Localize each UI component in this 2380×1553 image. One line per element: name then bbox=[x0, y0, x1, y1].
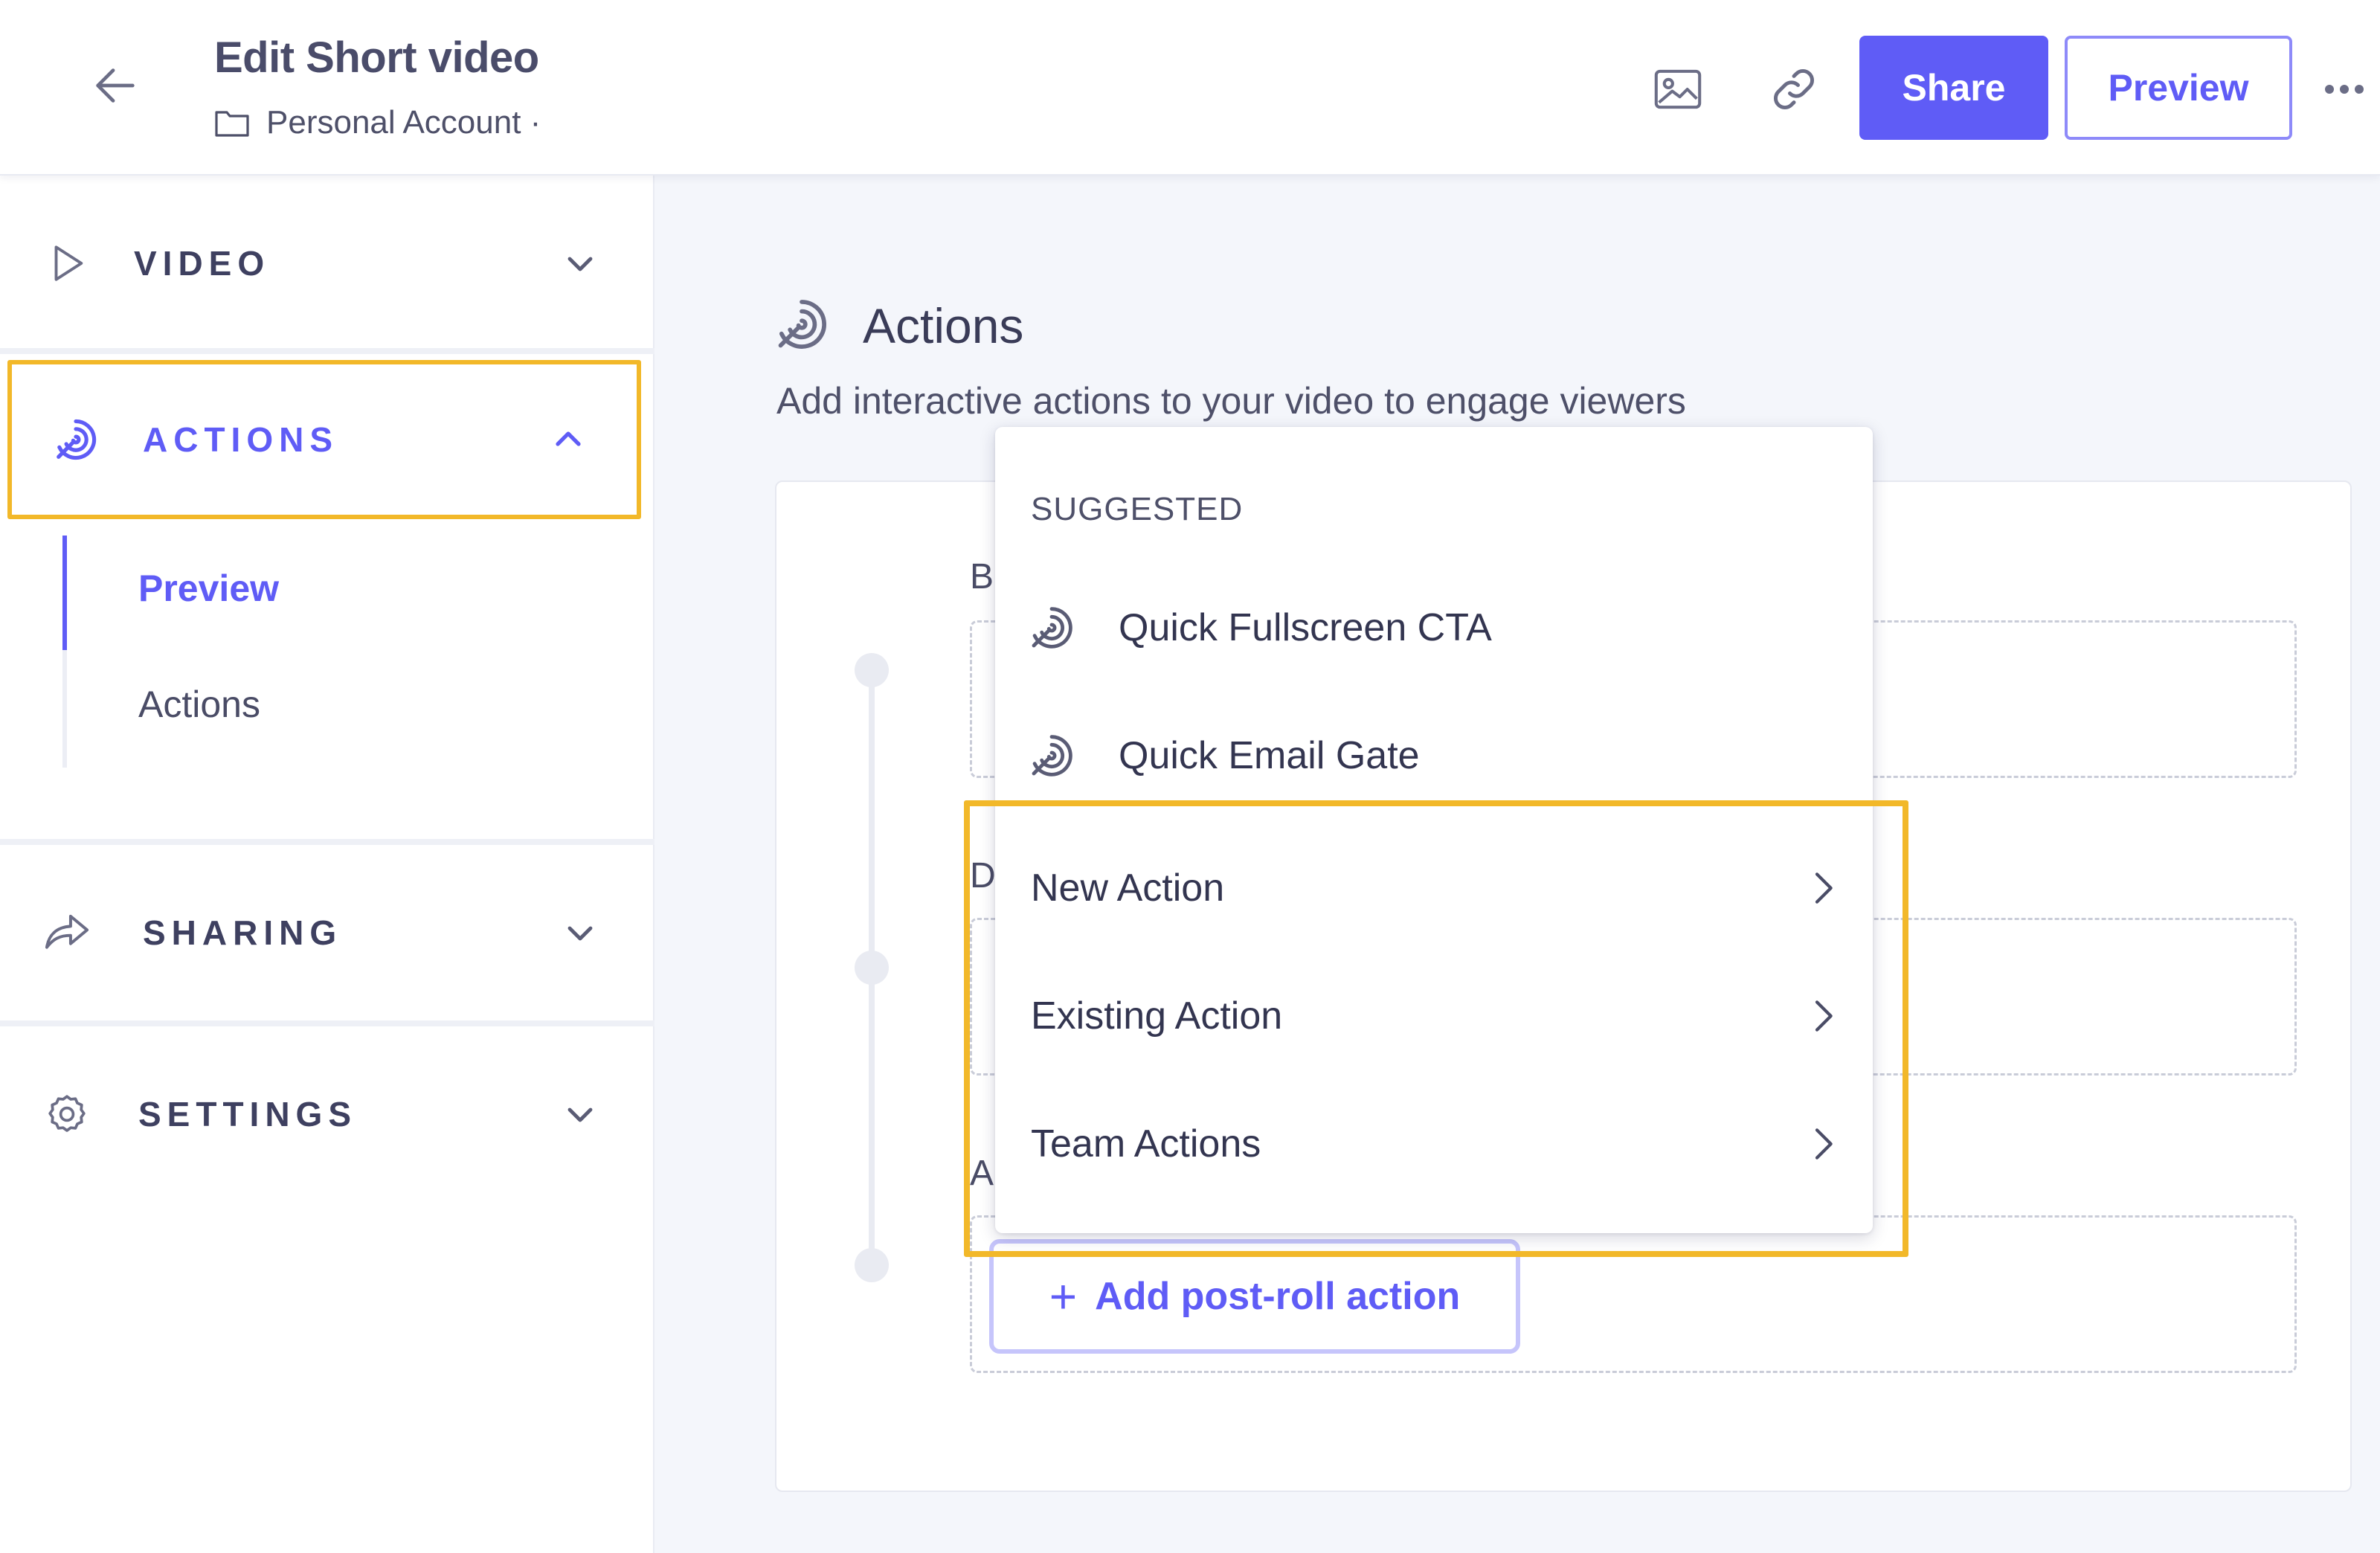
preview-button[interactable]: Preview bbox=[2065, 36, 2292, 140]
image-icon bbox=[1654, 69, 1702, 109]
timeline-dot bbox=[855, 951, 889, 985]
segment-label-after: A bbox=[970, 1154, 994, 1193]
chevron-right-icon bbox=[1815, 872, 1833, 904]
more-icon bbox=[2325, 85, 2334, 94]
back-button[interactable] bbox=[82, 52, 149, 119]
menu-item-label: New Action bbox=[1031, 866, 1225, 910]
subnav-active-indicator bbox=[62, 536, 67, 650]
menu-item-quick-email-gate[interactable]: Quick Email Gate bbox=[995, 704, 1873, 808]
menu-item-quick-fullscreen-cta[interactable]: Quick Fullscreen CTA bbox=[995, 576, 1873, 680]
chevron-down-icon bbox=[558, 1092, 602, 1136]
segment-label-beginning: B bbox=[970, 557, 994, 597]
menu-item-team-actions[interactable]: Team Actions bbox=[995, 1092, 1873, 1196]
breadcrumb-account[interactable]: Personal Account · bbox=[266, 104, 541, 141]
sidebar-divider bbox=[0, 348, 654, 354]
main-subtitle: Add interactive actions to your video to… bbox=[776, 380, 1686, 422]
add-post-roll-label: Add post-roll action bbox=[1095, 1275, 1461, 1318]
chevron-right-icon bbox=[1815, 1128, 1833, 1160]
copy-link-button[interactable] bbox=[1764, 60, 1824, 119]
folder-icon bbox=[215, 111, 249, 137]
actions-icon bbox=[778, 300, 826, 349]
sidebar-actions-label: ACTIONS bbox=[143, 420, 338, 459]
sidebar-section-settings[interactable]: SETTINGS bbox=[0, 1026, 654, 1202]
menu-item-label: Existing Action bbox=[1031, 994, 1283, 1038]
chevron-up-icon bbox=[546, 417, 591, 462]
actions-icon bbox=[1032, 735, 1072, 776]
chevron-right-icon bbox=[1815, 1000, 1833, 1032]
actions-icon bbox=[52, 416, 100, 463]
sidebar-settings-label: SETTINGS bbox=[138, 1095, 358, 1134]
menu-item-label: Quick Fullscreen CTA bbox=[1119, 606, 1492, 649]
sidebar-divider bbox=[0, 1020, 654, 1026]
chevron-down-icon bbox=[558, 241, 602, 286]
breadcrumb[interactable]: Personal Account · bbox=[214, 104, 541, 141]
timeline-dot bbox=[855, 1248, 889, 1282]
actions-icon bbox=[1032, 607, 1072, 649]
thumbnail-button[interactable] bbox=[1648, 60, 1708, 119]
add-post-roll-action-button[interactable]: + Add post-roll action bbox=[989, 1239, 1520, 1354]
share-button[interactable]: Share bbox=[1859, 36, 2048, 140]
menu-item-label: Team Actions bbox=[1031, 1122, 1261, 1165]
sidebar-video-label: VIDEO bbox=[134, 244, 271, 283]
gear-icon bbox=[43, 1090, 91, 1138]
timeline-dot bbox=[855, 653, 889, 687]
add-action-dropdown: SUGGESTED Quick Fullscreen CTA Quick Ema… bbox=[995, 427, 1873, 1233]
sidebar-section-video[interactable]: VIDEO bbox=[0, 176, 654, 351]
play-icon bbox=[43, 239, 91, 287]
link-icon bbox=[1774, 69, 1814, 109]
plus-icon: + bbox=[1049, 1270, 1078, 1323]
sidebar-section-actions[interactable]: ACTIONS bbox=[7, 360, 641, 519]
sidebar-section-sharing[interactable]: SHARING bbox=[0, 845, 654, 1020]
subnav-preview[interactable]: Preview bbox=[138, 567, 279, 610]
more-options-button[interactable] bbox=[2315, 67, 2374, 112]
more-icon-dot bbox=[2355, 85, 2364, 94]
more-icon-dot bbox=[2340, 85, 2349, 94]
back-arrow-icon bbox=[96, 68, 135, 103]
sidebar-divider bbox=[0, 839, 654, 845]
share-arrow-icon bbox=[43, 909, 91, 956]
main-title: Actions bbox=[863, 298, 1024, 353]
menu-item-label: Quick Email Gate bbox=[1119, 734, 1420, 777]
dropdown-section-label: SUGGESTED bbox=[1031, 491, 1244, 527]
page-title: Edit Short video bbox=[214, 33, 539, 82]
sidebar-sharing-label: SHARING bbox=[143, 913, 343, 952]
segment-label-during: D bbox=[970, 856, 996, 896]
subnav-actions[interactable]: Actions bbox=[138, 683, 260, 726]
menu-item-existing-action[interactable]: Existing Action bbox=[995, 964, 1873, 1068]
chevron-down-icon bbox=[558, 910, 602, 955]
top-header: Edit Short video Personal Account · Shar… bbox=[0, 0, 2380, 176]
menu-item-new-action[interactable]: New Action bbox=[995, 836, 1873, 940]
